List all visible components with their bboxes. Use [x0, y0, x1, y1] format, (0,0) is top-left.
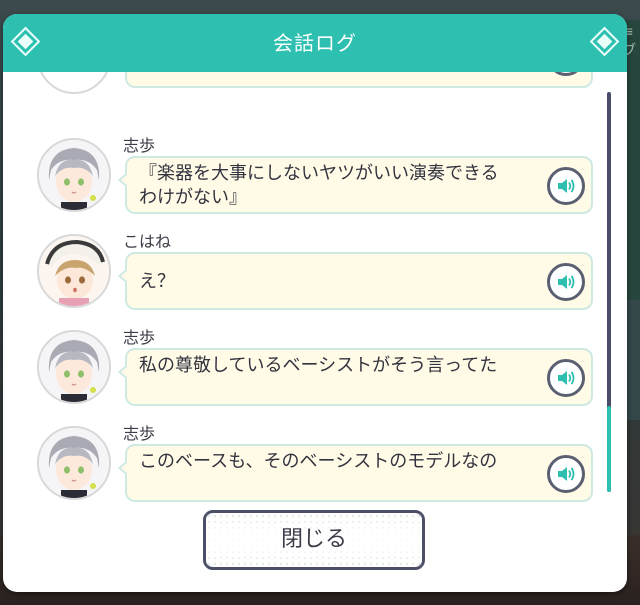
avatar-kohane — [37, 234, 111, 308]
scrollbar-thumb[interactable] — [607, 406, 611, 492]
speaker-name: 志歩 — [123, 424, 156, 443]
log-entry: 志歩 私の尊敬しているベーシストがそう言ってた — [3, 322, 603, 414]
message-bubble: 私の尊敬しているベーシストがそう言ってた — [118, 348, 593, 406]
avatar-partial — [37, 72, 111, 94]
avatar-shiho — [37, 138, 111, 212]
message-text: 『楽器を大事にしないヤツがいい演奏できる わけがない』 — [139, 163, 499, 208]
avatar-shiho — [37, 330, 111, 404]
speaker-icon — [558, 467, 575, 481]
voice-play-button[interactable] — [547, 359, 585, 397]
speaker-name: こはね — [123, 232, 172, 251]
voice-play-button[interactable] — [547, 263, 585, 301]
kohane-portrait-icon — [39, 236, 109, 306]
shiho-portrait-icon — [39, 428, 109, 498]
voice-play-button[interactable] — [547, 72, 585, 76]
message-bubble: え？ — [118, 252, 593, 310]
speaker-name: 志歩 — [123, 136, 156, 155]
speaker-icon — [558, 371, 575, 385]
log-list[interactable]: 志歩 『楽器を大事にしないヤツがいい演奏できる わけがない』 こはね え？ 志歩… — [3, 72, 627, 504]
speaker-icon — [558, 179, 575, 193]
speaker-icon — [558, 275, 575, 289]
voice-play-button[interactable] — [547, 455, 585, 493]
speaker-name: 志歩 — [123, 328, 156, 347]
message-text: え？ — [139, 271, 175, 292]
voice-play-button[interactable] — [547, 167, 585, 205]
close-button[interactable]: 閉じる — [203, 510, 425, 570]
avatar-shiho — [37, 426, 111, 500]
message-text: このベースも、そのベーシストのモデルなの — [139, 451, 498, 472]
log-entry: こはね え？ — [3, 226, 603, 318]
shiho-portrait-icon — [39, 140, 109, 210]
message-text: 私の尊敬しているベーシストがそう言ってた — [139, 355, 498, 376]
log-entry: 志歩 このベースも、そのベーシストのモデルなの — [3, 418, 603, 504]
message-bubble-partial — [125, 72, 593, 88]
log-entry: 志歩 『楽器を大事にしないヤツがいい演奏できる わけがない』 — [3, 130, 603, 222]
close-button-label: 閉じる — [206, 513, 422, 567]
conversation-log-dialog: 会話ログ 志歩 『楽器を大事にしないヤツがいい演奏できる わけがない』 こはね … — [3, 14, 627, 592]
shiho-portrait-icon — [39, 332, 109, 402]
dialog-title: 会話ログ — [273, 31, 357, 55]
message-bubble: 『楽器を大事にしないヤツがいい演奏できる わけがない』 — [118, 156, 593, 214]
message-bubble: このベースも、そのベーシストのモデルなの — [118, 444, 593, 502]
dialog-header: 会話ログ — [3, 14, 627, 72]
